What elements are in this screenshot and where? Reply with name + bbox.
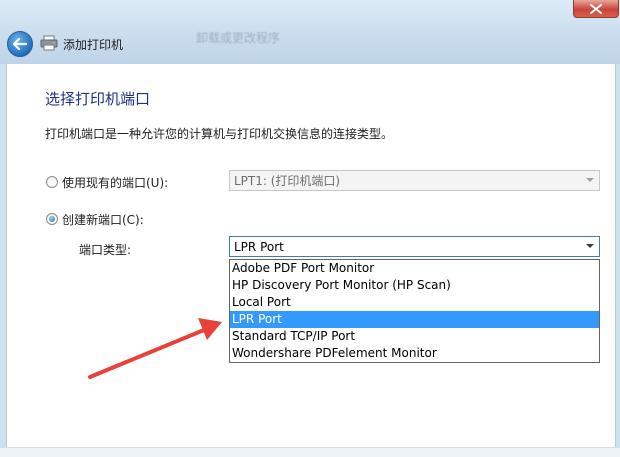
window-title: 添加打印机	[63, 38, 124, 52]
close-button[interactable]	[573, 0, 619, 18]
dropdown-option-highlighted[interactable]: LPR Port	[230, 311, 599, 328]
existing-port-label[interactable]: 使用现有的端口(U):	[62, 174, 168, 191]
new-port-radio[interactable]	[46, 213, 58, 225]
title-bar: 卸载或更改程序 添加打印机	[0, 0, 620, 64]
dropdown-option[interactable]: Standard TCP/IP Port	[230, 328, 599, 345]
dropdown-option[interactable]: Local Port	[230, 294, 599, 311]
printer-icon	[40, 35, 58, 51]
existing-port-value: LPT1: (打印机端口)	[234, 174, 341, 188]
port-type-dropdown-list: Adobe PDF Port Monitor HP Discovery Port…	[229, 259, 600, 363]
port-type-value: LPR Port	[234, 239, 284, 254]
back-button[interactable]	[7, 31, 33, 57]
port-type-select[interactable]: LPR Port	[229, 236, 600, 257]
existing-port-select[interactable]: LPT1: (打印机端口)	[229, 170, 600, 191]
close-icon	[590, 3, 602, 14]
wizard-content: 选择打印机端口 打印机端口是一种允许您的计算机与打印机交换信息的连接类型。 使用…	[6, 64, 616, 456]
page-heading: 选择打印机端口	[45, 90, 151, 108]
dropdown-option[interactable]: Wondershare PDFelement Monitor	[230, 345, 599, 362]
chevron-down-icon	[586, 178, 594, 182]
back-arrow-icon	[13, 38, 27, 50]
dropdown-option[interactable]: HP Discovery Port Monitor (HP Scan)	[230, 277, 599, 294]
page-description: 打印机端口是一种允许您的计算机与打印机交换信息的连接类型。	[45, 127, 394, 141]
chevron-down-icon	[586, 244, 594, 248]
existing-port-radio[interactable]	[46, 176, 58, 188]
background-window-text: 卸载或更改程序	[196, 31, 281, 45]
new-port-label[interactable]: 创建新端口(C):	[62, 211, 144, 228]
port-type-label: 端口类型:	[79, 243, 132, 257]
dropdown-option[interactable]: Adobe PDF Port Monitor	[230, 260, 599, 277]
